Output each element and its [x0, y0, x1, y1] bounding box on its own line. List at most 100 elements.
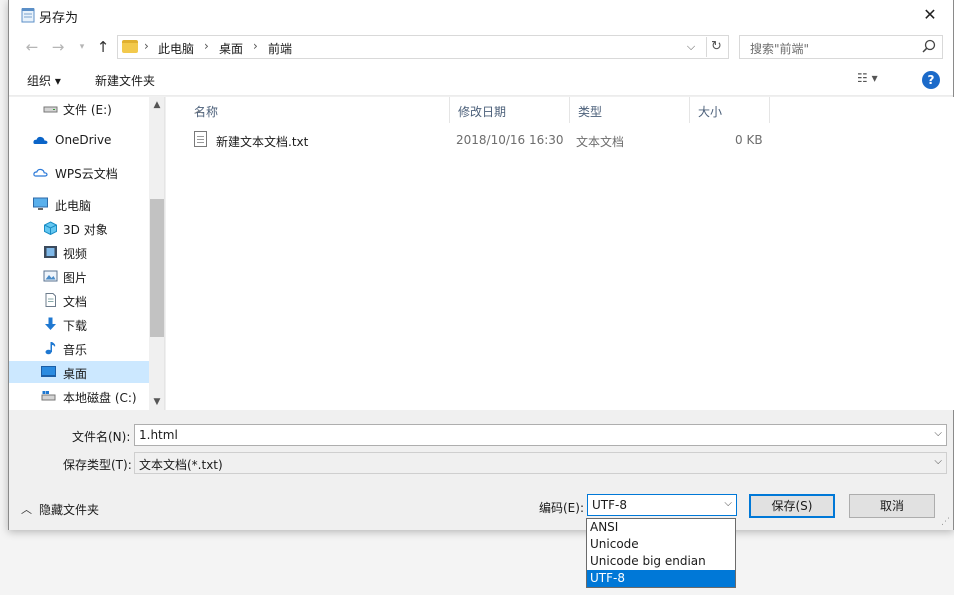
recent-locations-chevron-icon[interactable]: ▾	[71, 36, 93, 58]
column-header-size[interactable]: 大小	[690, 97, 770, 123]
search-placeholder: 搜索"前端"	[750, 42, 810, 56]
filetype-select[interactable]: 文本文档(*.txt) ⌵	[134, 452, 947, 474]
encoding-select[interactable]: UTF-8 ⌵	[587, 494, 737, 516]
cloud-icon	[33, 136, 48, 144]
sidebar-item-this-pc[interactable]: 此电脑	[9, 193, 149, 215]
up-arrow-icon[interactable]: ↑	[92, 36, 114, 58]
file-list-pane: 名称 ︿ 修改日期 类型 大小 新建文本文档.txt 2018/10/16 16…	[166, 97, 954, 410]
sidebar-item-pictures[interactable]: 图片	[9, 265, 149, 287]
file-row[interactable]: 新建文本文档.txt 2018/10/16 16:30 文本文档 0 KB	[186, 129, 766, 151]
sidebar-item-label: OneDrive	[55, 133, 112, 147]
encoding-option-ansi[interactable]: ANSI	[587, 519, 735, 536]
refresh-icon[interactable]: ↻	[706, 37, 726, 57]
chevron-down-icon[interactable]: ⌵	[682, 38, 700, 56]
sidebar-item-music[interactable]: 音乐	[9, 337, 149, 359]
filename-field[interactable]: 1.html ⌵	[134, 424, 947, 446]
chevron-down-icon[interactable]: ⌵	[934, 428, 942, 439]
encoding-dropdown-list: ANSI Unicode Unicode big endian UTF-8	[586, 518, 736, 588]
sidebar-item-label: 此电脑	[55, 199, 92, 213]
sidebar-item-downloads[interactable]: 下载	[9, 313, 149, 335]
breadcrumb-separator: ›	[253, 39, 258, 53]
picture-icon	[43, 270, 58, 282]
file-type: 文本文档	[576, 135, 625, 149]
folder-icon	[122, 40, 138, 53]
search-input[interactable]: 搜索"前端"	[739, 35, 943, 59]
column-header-type[interactable]: 类型	[570, 97, 690, 123]
video-icon	[44, 246, 57, 258]
file-name: 新建文本文档.txt	[216, 135, 309, 149]
sidebar-item-onedrive[interactable]: OneDrive	[9, 129, 149, 151]
title-bar: 另存为 ✕	[9, 0, 953, 30]
download-icon	[45, 317, 56, 330]
sidebar-item-drive-e[interactable]: 文件 (E:)	[9, 97, 149, 119]
save-as-dialog: 另存为 ✕ ← → ▾ ↑ › 此电脑 › 桌面 › 前端 ⌵ ↻ 搜索"前端"…	[8, 0, 954, 530]
cloud-outline-icon	[33, 168, 48, 177]
back-arrow-icon[interactable]: ←	[21, 36, 43, 58]
breadcrumb-separator: ›	[204, 39, 209, 53]
navigation-pane: 文件 (E:) OneDrive WPS云文档 此电脑 3D 对象 视频 图片	[9, 97, 165, 410]
help-icon[interactable]: ?	[922, 71, 940, 89]
breadcrumb-frontend[interactable]: 前端	[268, 40, 292, 57]
search-icon	[922, 39, 936, 53]
sidebar-item-label: 视频	[63, 247, 88, 261]
window-title: 另存为	[39, 11, 79, 26]
sidebar-item-label: 下载	[63, 319, 88, 333]
sidebar-item-label: WPS云文档	[55, 167, 118, 181]
column-header-name[interactable]: 名称 ︿	[186, 97, 450, 123]
sidebar-item-label: 文档	[63, 295, 88, 309]
encoding-option-utf8[interactable]: UTF-8	[587, 570, 735, 587]
scroll-down-icon[interactable]: ▼	[149, 394, 164, 410]
sidebar-item-label: 3D 对象	[63, 223, 108, 237]
sidebar-item-label: 桌面	[63, 367, 88, 381]
music-icon	[45, 342, 56, 355]
save-button[interactable]: 保存(S)	[749, 494, 835, 518]
command-toolbar: 组织 ▾ 新建文件夹 ☷ ▾ ?	[9, 64, 953, 96]
file-date: 2018/10/16 16:30	[456, 133, 564, 147]
sidebar-item-drive-c[interactable]: 本地磁盘 (C:)	[9, 385, 149, 407]
sidebar-item-wps-cloud[interactable]: WPS云文档	[9, 161, 149, 183]
navigation-scrollbar[interactable]: ▲ ▼	[149, 97, 164, 410]
drive-icon	[43, 106, 58, 113]
sidebar-item-label: 文件 (E:)	[63, 103, 112, 117]
sidebar-item-label: 本地磁盘 (C:)	[63, 391, 137, 405]
forward-arrow-icon[interactable]: →	[47, 36, 69, 58]
close-button[interactable]: ✕	[907, 0, 953, 30]
chevron-down-icon[interactable]: ⌵	[724, 498, 732, 509]
notepad-icon	[21, 8, 35, 23]
sidebar-item-videos[interactable]: 视频	[9, 241, 149, 263]
file-size: 0 KB	[735, 133, 763, 147]
filename-label: 文件名(N):	[72, 430, 131, 444]
sidebar-item-label: 图片	[63, 271, 88, 285]
sidebar-item-label: 音乐	[63, 343, 88, 357]
column-header-date[interactable]: 修改日期	[450, 97, 570, 123]
new-folder-button[interactable]: 新建文件夹	[95, 72, 155, 89]
document-icon	[45, 293, 56, 307]
address-field[interactable]: › 此电脑 › 桌面 › 前端 ⌵ ↻	[117, 35, 729, 59]
encoding-label: 编码(E):	[539, 501, 584, 515]
breadcrumb-this-pc[interactable]: 此电脑	[158, 40, 194, 57]
sidebar-item-desktop[interactable]: 桌面	[9, 361, 149, 383]
filetype-label: 保存类型(T):	[63, 458, 132, 472]
chevron-up-icon: ︿	[21, 503, 32, 516]
breadcrumb-desktop[interactable]: 桌面	[219, 40, 243, 57]
background-app-bottom	[0, 530, 954, 595]
desktop-icon	[41, 366, 56, 377]
view-options-button[interactable]: ☷ ▾	[857, 71, 895, 89]
save-options-area: 文件名(N): 1.html ⌵ 保存类型(T): 文本文档(*.txt) ⌵ …	[9, 410, 953, 530]
encoding-option-unicode-big-endian[interactable]: Unicode big endian	[587, 553, 735, 570]
scrollbar-thumb[interactable]	[150, 199, 164, 337]
organize-menu[interactable]: 组织 ▾	[27, 72, 61, 89]
computer-icon	[33, 197, 48, 210]
cancel-button[interactable]: 取消	[849, 494, 935, 518]
scroll-up-icon[interactable]: ▲	[149, 97, 164, 113]
text-file-icon	[194, 131, 207, 147]
chevron-down-icon[interactable]: ⌵	[934, 456, 942, 467]
sidebar-item-documents[interactable]: 文档	[9, 289, 149, 311]
cube-icon	[44, 221, 57, 235]
drive-c-icon	[41, 391, 56, 401]
sidebar-item-3d-objects[interactable]: 3D 对象	[9, 217, 149, 239]
breadcrumb-separator: ›	[144, 39, 149, 53]
address-bar-row: ← → ▾ ↑ › 此电脑 › 桌面 › 前端 ⌵ ↻ 搜索"前端"	[9, 30, 953, 64]
resize-grip-icon[interactable]: ⋰	[941, 517, 950, 527]
encoding-option-unicode[interactable]: Unicode	[587, 536, 735, 553]
